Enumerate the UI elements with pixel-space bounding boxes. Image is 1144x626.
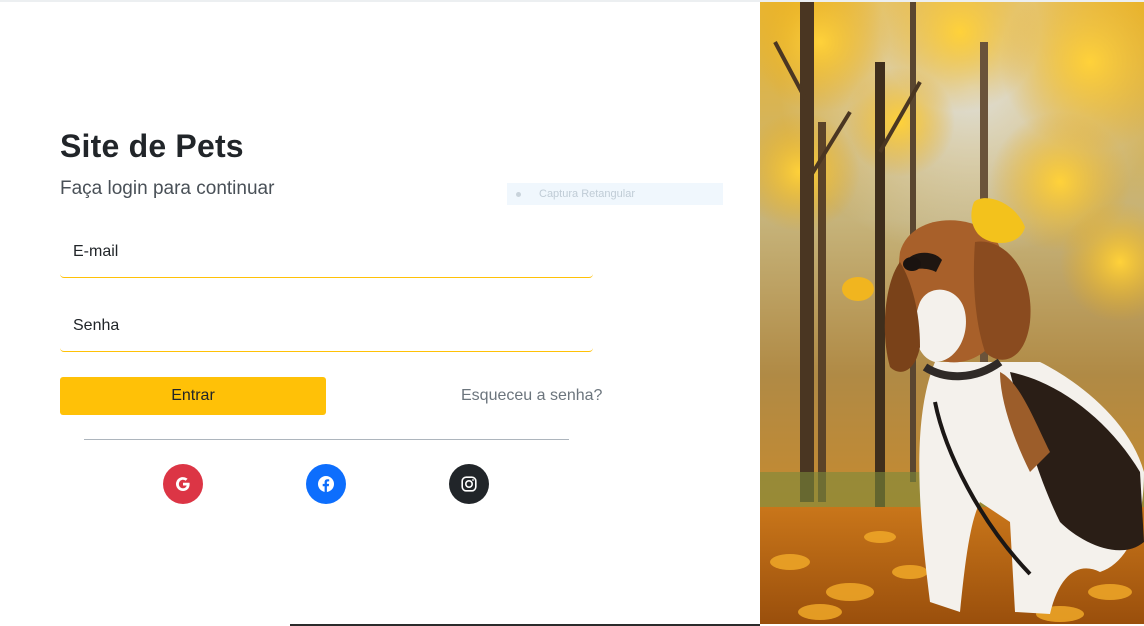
page-title: Site de Pets [60, 128, 244, 164]
instagram-login-button[interactable] [449, 464, 489, 504]
password-label: Senha [73, 316, 120, 334]
capture-dot-icon [516, 191, 521, 197]
login-button[interactable]: Entrar [60, 377, 326, 415]
password-field[interactable]: Senha [60, 300, 593, 352]
instagram-icon [461, 476, 477, 492]
google-login-button[interactable] [163, 464, 203, 504]
email-field[interactable]: E-mail [60, 226, 593, 278]
dog-photo [760, 2, 1144, 624]
social-divider [84, 439, 569, 440]
capture-label: Captura Retangular [539, 188, 636, 200]
login-page: Site de Pets Faça login para continuar C… [0, 0, 1144, 626]
forgot-password-link[interactable]: Esqueceu a senha? [461, 387, 602, 405]
google-icon [175, 477, 190, 492]
page-subtitle: Faça login para continuar [60, 178, 275, 199]
hero-image-panel [760, 2, 1144, 624]
login-panel: Site de Pets Faça login para continuar C… [0, 2, 760, 624]
capture-overlay: Captura Retangular [507, 183, 723, 205]
email-label: E-mail [73, 242, 119, 260]
facebook-icon [318, 476, 334, 492]
facebook-login-button[interactable] [306, 464, 346, 504]
